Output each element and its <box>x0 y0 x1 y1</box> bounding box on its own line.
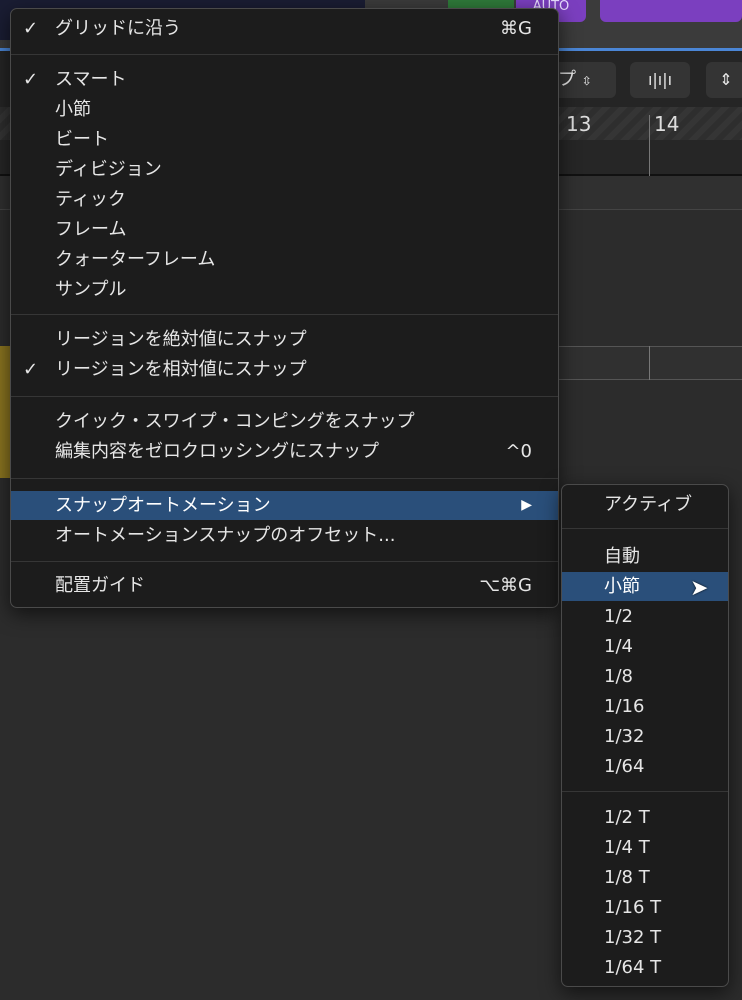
separator <box>11 314 558 315</box>
submenu-item-active[interactable]: アクティブ <box>562 490 728 519</box>
submenu-item-1-4[interactable]: 1/4 <box>562 632 728 661</box>
menu-item-frames[interactable]: フレーム <box>11 215 558 244</box>
submenu-item-1-16t[interactable]: 1/16 T <box>562 893 728 922</box>
shortcut: ^0 <box>505 441 532 462</box>
separator <box>11 561 558 562</box>
menu-item-bar[interactable]: 小節 <box>11 95 558 124</box>
bar-line <box>649 346 650 380</box>
menu-item-label: クイック・スワイプ・コンピングをスナップ <box>55 411 415 432</box>
separator <box>562 528 728 529</box>
menu-item-label: グリッドに沿う <box>55 18 181 39</box>
checkmark-icon: ✓ <box>23 69 39 90</box>
separator <box>11 54 558 55</box>
submenu-item-1-8[interactable]: 1/8 <box>562 662 728 691</box>
menu-item-samples[interactable]: サンプル <box>11 275 558 304</box>
submenu-item-1-2t[interactable]: 1/2 T <box>562 803 728 832</box>
ruler-bar-14: 14 <box>654 112 680 136</box>
submenu-item-1-16[interactable]: 1/16 <box>562 692 728 721</box>
submenu-item-label: アクティブ <box>604 494 693 515</box>
submenu-item-label: 1/4 <box>604 636 633 657</box>
waveform-icon: ı|ı|ı <box>647 70 673 89</box>
submenu-item-1-4t[interactable]: 1/4 T <box>562 833 728 862</box>
menu-item-label: ティック <box>55 189 126 210</box>
menu-item-label: ディビジョン <box>55 159 162 180</box>
shortcut: ⌥⌘G <box>479 575 532 596</box>
checkmark-icon: ✓ <box>23 18 39 39</box>
menu-item-beat[interactable]: ビート <box>11 125 558 154</box>
chevron-updown-icon: ⇳ <box>581 74 592 88</box>
menu-item-label: クォーターフレーム <box>55 249 216 270</box>
menu-item-snap-zero-crossing[interactable]: 編集内容をゼロクロッシングにスナップ ^0 <box>11 437 558 466</box>
submenu-item-1-32[interactable]: 1/32 <box>562 722 728 751</box>
menu-item-snap-automation[interactable]: スナップオートメーション ▶ <box>11 491 558 520</box>
menu-item-label: オートメーションスナップのオフセット... <box>55 525 396 546</box>
menu-item-label: スマート <box>55 69 127 90</box>
menu-item-label: サンプル <box>55 279 127 300</box>
snap-menu: ✓ グリッドに沿う ⌘G ✓ スマート 小節 ビート ディビジョン ティック フレーム… <box>10 8 559 608</box>
snap-mode-text: プ <box>558 69 576 90</box>
submenu-item-label: 1/8 <box>604 666 633 687</box>
submenu-item-bar[interactable]: 小節 ➤ <box>562 572 728 601</box>
separator <box>11 478 558 479</box>
menu-item-ticks[interactable]: ティック <box>11 185 558 214</box>
submenu-item-auto[interactable]: 自動 <box>562 542 728 571</box>
ruler-bar-13: 13 <box>566 112 592 136</box>
menu-item-automation-snap-offset[interactable]: オートメーションスナップのオフセット... <box>11 521 558 550</box>
submenu-item-label: 自動 <box>604 546 640 567</box>
submenu-item-label: 1/32 T <box>604 927 662 948</box>
menu-item-label: 編集内容をゼロクロッシングにスナップ <box>55 441 379 462</box>
menu-item-label: 小節 <box>55 99 91 120</box>
menu-item-label: スナップオートメーション <box>55 495 271 516</box>
snap-automation-submenu: アクティブ 自動 小節 ➤ 1/2 1/4 1/8 1/16 1/32 1/64 … <box>561 484 729 987</box>
submenu-item-label: 小節 <box>604 576 640 597</box>
menu-item-division[interactable]: ディビジョン <box>11 155 558 184</box>
shortcut: ⌘G <box>500 18 532 39</box>
menu-item-label: リージョンを相対値にスナップ <box>55 359 307 380</box>
menu-item-snap-to-grid[interactable]: ✓ グリッドに沿う ⌘G <box>11 14 558 43</box>
submenu-item-label: 1/16 T <box>604 897 662 918</box>
submenu-item-label: 1/2 <box>604 606 633 627</box>
vertical-fit-icon: ⇕ <box>719 70 733 89</box>
menu-item-alignment-guides[interactable]: 配置ガイド ⌥⌘G <box>11 571 558 600</box>
menu-item-smart[interactable]: ✓ スマート <box>11 65 558 94</box>
menu-item-snap-quick-swipe[interactable]: クイック・スワイプ・コンピングをスナップ <box>11 407 558 436</box>
submenu-item-1-8t[interactable]: 1/8 T <box>562 863 728 892</box>
submenu-item-label: 1/64 T <box>604 957 662 978</box>
waveform-button[interactable]: ı|ı|ı <box>630 62 690 98</box>
menu-item-quarter-frames[interactable]: クォーターフレーム <box>11 245 558 274</box>
submenu-item-1-64t[interactable]: 1/64 T <box>562 953 728 982</box>
menu-item-label: 配置ガイド <box>55 575 145 596</box>
submenu-item-label: 1/16 <box>604 696 645 717</box>
menu-item-label: フレーム <box>55 219 127 240</box>
menu-item-snap-relative[interactable]: ✓ リージョンを相対値にスナップ <box>11 355 558 384</box>
submenu-item-1-32t[interactable]: 1/32 T <box>562 923 728 952</box>
submenu-item-label: 1/2 T <box>604 807 650 828</box>
separator <box>562 791 728 792</box>
menu-item-label: リージョンを絶対値にスナップ <box>55 329 307 350</box>
purple-button[interactable] <box>600 0 742 22</box>
submenu-item-1-64[interactable]: 1/64 <box>562 752 728 781</box>
submenu-item-1-2[interactable]: 1/2 <box>562 602 728 631</box>
checkmark-icon: ✓ <box>23 359 39 380</box>
submenu-item-label: 1/64 <box>604 756 645 777</box>
submenu-item-label: 1/4 T <box>604 837 650 858</box>
submenu-item-label: 1/8 T <box>604 867 650 888</box>
menu-item-label: ビート <box>55 129 109 150</box>
separator <box>11 396 558 397</box>
menu-item-snap-absolute[interactable]: リージョンを絶対値にスナップ <box>11 325 558 354</box>
submenu-arrow-icon: ▶ <box>521 497 532 513</box>
submenu-item-label: 1/32 <box>604 726 645 747</box>
zoom-vertical-button[interactable]: ⇕ <box>706 62 742 98</box>
mouse-cursor-icon: ➤ <box>690 576 709 601</box>
